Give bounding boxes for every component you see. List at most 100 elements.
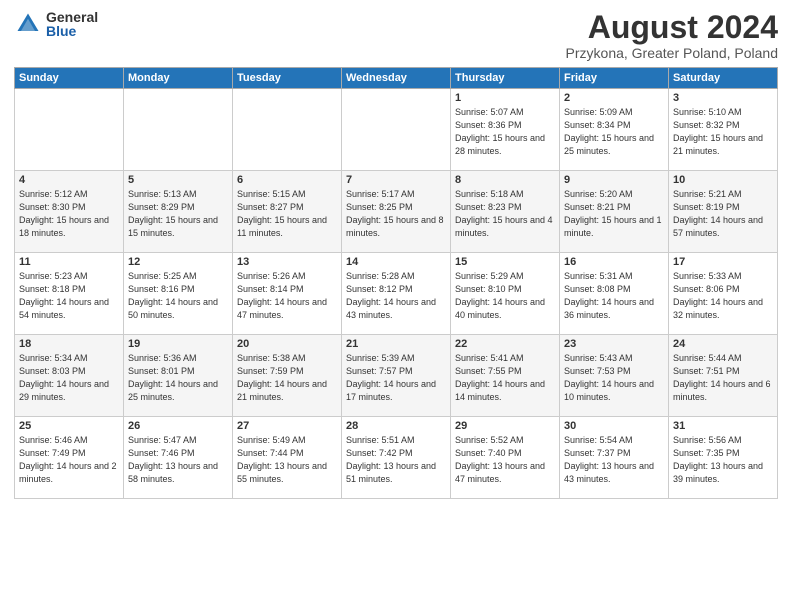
day-number: 10 [673,174,773,186]
day-number: 26 [128,420,228,432]
day-info: Sunrise: 5:10 AMSunset: 8:32 PMDaylight:… [673,106,773,158]
day-info: Sunrise: 5:13 AMSunset: 8:29 PMDaylight:… [128,188,228,240]
day-number: 23 [564,338,664,350]
day-number: 25 [19,420,119,432]
day-number: 8 [455,174,555,186]
title-block: August 2024 Przykona, Greater Poland, Po… [566,10,778,61]
day-info: Sunrise: 5:49 AMSunset: 7:44 PMDaylight:… [237,434,337,486]
day-info: Sunrise: 5:56 AMSunset: 7:35 PMDaylight:… [673,434,773,486]
day-info: Sunrise: 5:26 AMSunset: 8:14 PMDaylight:… [237,270,337,322]
day-number: 17 [673,256,773,268]
day-info: Sunrise: 5:25 AMSunset: 8:16 PMDaylight:… [128,270,228,322]
calendar-cell: 24 Sunrise: 5:44 AMSunset: 7:51 PMDayligh… [669,335,778,417]
day-number: 13 [237,256,337,268]
day-info: Sunrise: 5:20 AMSunset: 8:21 PMDaylight:… [564,188,664,240]
calendar-cell: 22Sunrise: 5:41 AMSunset: 7:55 PMDayligh… [451,335,560,417]
calendar-cell: 2Sunrise: 5:09 AMSunset: 8:34 PMDaylight… [560,89,669,171]
calendar-cell: 25 Sunrise: 5:46 AMSunset: 7:49 PMDayligh… [15,417,124,499]
calendar-cell: 7 Sunrise: 5:17 AMSunset: 8:25 PMDaylight… [342,171,451,253]
day-info: Sunrise: 5:47 AMSunset: 7:46 PMDaylight:… [128,434,228,486]
day-info: Sunrise: 5:41 AMSunset: 7:55 PMDaylight:… [455,352,555,404]
calendar-header-row: SundayMondayTuesdayWednesdayThursdayFrid… [15,68,778,89]
day-number: 1 [455,92,555,104]
day-info: Sunrise: 5:07 AMSunset: 8:36 PMDaylight:… [455,106,555,158]
calendar-cell [124,89,233,171]
calendar-cell: 20 Sunrise: 5:38 AMSunset: 7:59 PMDayligh… [233,335,342,417]
day-number: 6 [237,174,337,186]
day-number: 7 [346,174,446,186]
calendar-cell: 21 Sunrise: 5:39 AMSunset: 7:57 PMDayligh… [342,335,451,417]
day-info: Sunrise: 5:28 AMSunset: 8:12 PMDaylight:… [346,270,446,322]
calendar-week-row: 11Sunrise: 5:23 AMSunset: 8:18 PMDayligh… [15,253,778,335]
calendar-cell: 14Sunrise: 5:28 AMSunset: 8:12 PMDayligh… [342,253,451,335]
calendar-cell: 26 Sunrise: 5:47 AMSunset: 7:46 PMDayligh… [124,417,233,499]
main-title: August 2024 [566,10,778,45]
calendar-cell: 5 Sunrise: 5:13 AMSunset: 8:29 PMDaylight… [124,171,233,253]
day-number: 5 [128,174,228,186]
logo-blue-text: Blue [46,24,98,38]
day-info: Sunrise: 5:17 AMSunset: 8:25 PMDaylight:… [346,188,446,240]
day-info: Sunrise: 5:21 AMSunset: 8:19 PMDaylight:… [673,188,773,240]
calendar-cell: 27 Sunrise: 5:49 AMSunset: 7:44 PMDayligh… [233,417,342,499]
calendar-cell: 9 Sunrise: 5:20 AMSunset: 8:21 PMDaylight… [560,171,669,253]
header: General Blue August 2024 Przykona, Great… [14,10,778,61]
subtitle: Przykona, Greater Poland, Poland [566,45,778,61]
calendar-cell: 6 Sunrise: 5:15 AMSunset: 8:27 PMDaylight… [233,171,342,253]
calendar-cell: 23 Sunrise: 5:43 AMSunset: 7:53 PMDayligh… [560,335,669,417]
day-number: 24 [673,338,773,350]
calendar-cell: 19 Sunrise: 5:36 AMSunset: 8:01 PMDayligh… [124,335,233,417]
day-number: 20 [237,338,337,350]
day-number: 3 [673,92,773,104]
calendar-week-row: 25 Sunrise: 5:46 AMSunset: 7:49 PMDayligh… [15,417,778,499]
day-info: Sunrise: 5:12 AMSunset: 8:30 PMDaylight:… [19,188,119,240]
calendar-cell: 1 Sunrise: 5:07 AMSunset: 8:36 PMDaylight… [451,89,560,171]
day-info: Sunrise: 5:44 AMSunset: 7:51 PMDaylight:… [673,352,773,404]
day-number: 15 [455,256,555,268]
day-number: 31 [673,420,773,432]
calendar-cell: 16Sunrise: 5:31 AMSunset: 8:08 PMDayligh… [560,253,669,335]
day-info: Sunrise: 5:54 AMSunset: 7:37 PMDaylight:… [564,434,664,486]
day-number: 28 [346,420,446,432]
weekday-header: Wednesday [342,68,451,89]
weekday-header: Saturday [669,68,778,89]
calendar-cell: 17Sunrise: 5:33 AMSunset: 8:06 PMDayligh… [669,253,778,335]
calendar-cell: 29 Sunrise: 5:52 AMSunset: 7:40 PMDayligh… [451,417,560,499]
day-number: 19 [128,338,228,350]
calendar-cell: 18Sunrise: 5:34 AMSunset: 8:03 PMDayligh… [15,335,124,417]
day-number: 4 [19,174,119,186]
day-number: 29 [455,420,555,432]
weekday-header: Sunday [15,68,124,89]
calendar-week-row: 18Sunrise: 5:34 AMSunset: 8:03 PMDayligh… [15,335,778,417]
day-info: Sunrise: 5:36 AMSunset: 8:01 PMDaylight:… [128,352,228,404]
day-info: Sunrise: 5:31 AMSunset: 8:08 PMDaylight:… [564,270,664,322]
calendar-cell: 30Sunrise: 5:54 AMSunset: 7:37 PMDayligh… [560,417,669,499]
calendar-cell: 10 Sunrise: 5:21 AMSunset: 8:19 PMDayligh… [669,171,778,253]
day-info: Sunrise: 5:46 AMSunset: 7:49 PMDaylight:… [19,434,119,486]
calendar-cell: 28 Sunrise: 5:51 AMSunset: 7:42 PMDayligh… [342,417,451,499]
calendar-cell [15,89,124,171]
logo-text: General Blue [46,10,98,38]
day-info: Sunrise: 5:51 AMSunset: 7:42 PMDaylight:… [346,434,446,486]
calendar-cell: 31 Sunrise: 5:56 AMSunset: 7:35 PMDayligh… [669,417,778,499]
day-number: 12 [128,256,228,268]
day-info: Sunrise: 5:52 AMSunset: 7:40 PMDaylight:… [455,434,555,486]
calendar-table: SundayMondayTuesdayWednesdayThursdayFrid… [14,67,778,499]
day-info: Sunrise: 5:15 AMSunset: 8:27 PMDaylight:… [237,188,337,240]
page: General Blue August 2024 Przykona, Great… [0,0,792,612]
calendar-week-row: 1 Sunrise: 5:07 AMSunset: 8:36 PMDaylight… [15,89,778,171]
calendar-cell: 12 Sunrise: 5:25 AMSunset: 8:16 PMDayligh… [124,253,233,335]
day-number: 27 [237,420,337,432]
day-number: 9 [564,174,664,186]
weekday-header: Thursday [451,68,560,89]
logo-general-text: General [46,10,98,24]
day-info: Sunrise: 5:29 AMSunset: 8:10 PMDaylight:… [455,270,555,322]
weekday-header: Friday [560,68,669,89]
calendar-cell: 8Sunrise: 5:18 AMSunset: 8:23 PMDaylight… [451,171,560,253]
calendar-cell [233,89,342,171]
day-number: 21 [346,338,446,350]
calendar-week-row: 4 Sunrise: 5:12 AMSunset: 8:30 PMDaylight… [15,171,778,253]
day-info: Sunrise: 5:39 AMSunset: 7:57 PMDaylight:… [346,352,446,404]
calendar-cell: 4 Sunrise: 5:12 AMSunset: 8:30 PMDaylight… [15,171,124,253]
day-info: Sunrise: 5:43 AMSunset: 7:53 PMDaylight:… [564,352,664,404]
day-info: Sunrise: 5:38 AMSunset: 7:59 PMDaylight:… [237,352,337,404]
